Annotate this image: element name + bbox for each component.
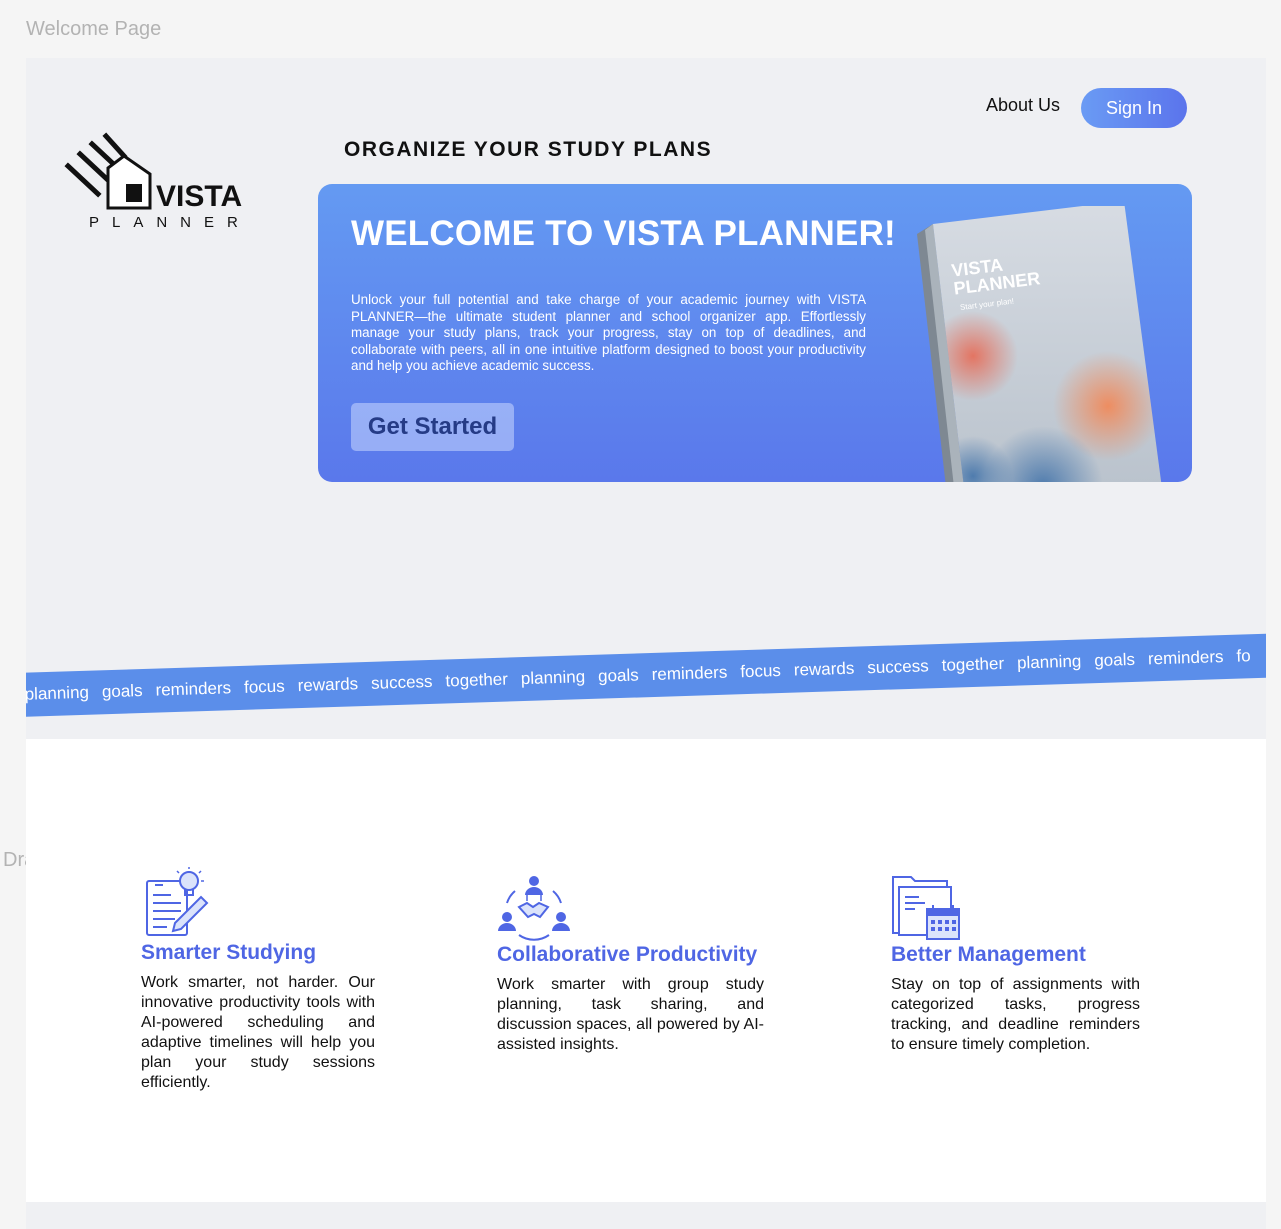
- ticker-word: together: [445, 669, 509, 691]
- sign-in-button[interactable]: Sign In: [1081, 88, 1187, 128]
- feature-collaborative-productivity: Collaborative Productivity Work smarter …: [497, 873, 764, 1055]
- ticker-word: goals: [101, 681, 143, 702]
- ticker-word: focus: [739, 660, 782, 682]
- logo-mark-icon: [64, 132, 152, 210]
- get-started-button[interactable]: Get Started: [351, 403, 514, 451]
- welcome-page-frame: About Us Sign In VISTA PLANNER ORGANIZE …: [26, 58, 1266, 1229]
- about-us-link[interactable]: About Us: [986, 95, 1060, 116]
- ticker-word: success: [370, 671, 433, 693]
- logo-subtitle: PLANNER: [89, 214, 251, 231]
- ticker-word: rewards: [297, 674, 359, 696]
- folder-calendar-icon: [891, 873, 1140, 943]
- logo-word: VISTA: [156, 180, 243, 213]
- hero-description: Unlock your full potential and take char…: [351, 292, 866, 374]
- ticker-word: reminders: [651, 662, 728, 685]
- page-tagline: ORGANIZE YOUR STUDY PLANS: [344, 138, 713, 161]
- ticker-word: goals: [1094, 649, 1136, 671]
- ticker-track: planning goals reminders focus rewards succes…: [26, 646, 1251, 705]
- ticker-word: fo: [1236, 646, 1251, 666]
- lightbulb-notepad-icon: [141, 867, 375, 941]
- feature-description: Work smarter with group study planning, …: [497, 976, 764, 1053]
- ticker-word: goals: [597, 665, 640, 686]
- ticker-word: success: [867, 656, 930, 678]
- ticker-word: planning: [1016, 651, 1082, 673]
- ticker-word: reminders: [1147, 647, 1224, 669]
- ticker-word: focus: [243, 676, 285, 697]
- feature-title: Smarter Studying: [141, 941, 317, 964]
- hero-banner: WELCOME TO VISTA PLANNER! Unlock your fu…: [318, 184, 1192, 482]
- features-section: Smarter Studying Work smarter, not harde…: [26, 739, 1266, 1202]
- feature-smarter-studying: Smarter Studying Work smarter, not harde…: [141, 867, 375, 1093]
- ticker-word: reminders: [155, 678, 232, 700]
- hero-title: WELCOME TO VISTA PLANNER!: [351, 214, 896, 253]
- ticker-word: rewards: [793, 658, 855, 680]
- ticker-word: planning: [26, 682, 90, 704]
- team-handshake-icon: [497, 873, 764, 943]
- frame-label-welcome-page[interactable]: Welcome Page: [26, 18, 161, 41]
- planner-book-illustration: VISTA PLANNER Start your plan!: [917, 206, 1163, 482]
- feature-better-management: Better Management Stay on top of assignm…: [891, 873, 1140, 1055]
- ticker-word: planning: [520, 667, 586, 689]
- keyword-ticker: planning goals reminders focus rewards succes…: [26, 633, 1266, 717]
- feature-title: Better Management: [891, 943, 1086, 966]
- feature-description: Stay on top of assignments with categori…: [891, 976, 1140, 1053]
- ticker-word: together: [941, 653, 1005, 675]
- vista-planner-logo: VISTA PLANNER: [64, 132, 254, 236]
- feature-title: Collaborative Productivity: [497, 943, 758, 966]
- feature-description: Work smarter, not harder. Our innovative…: [141, 974, 375, 1091]
